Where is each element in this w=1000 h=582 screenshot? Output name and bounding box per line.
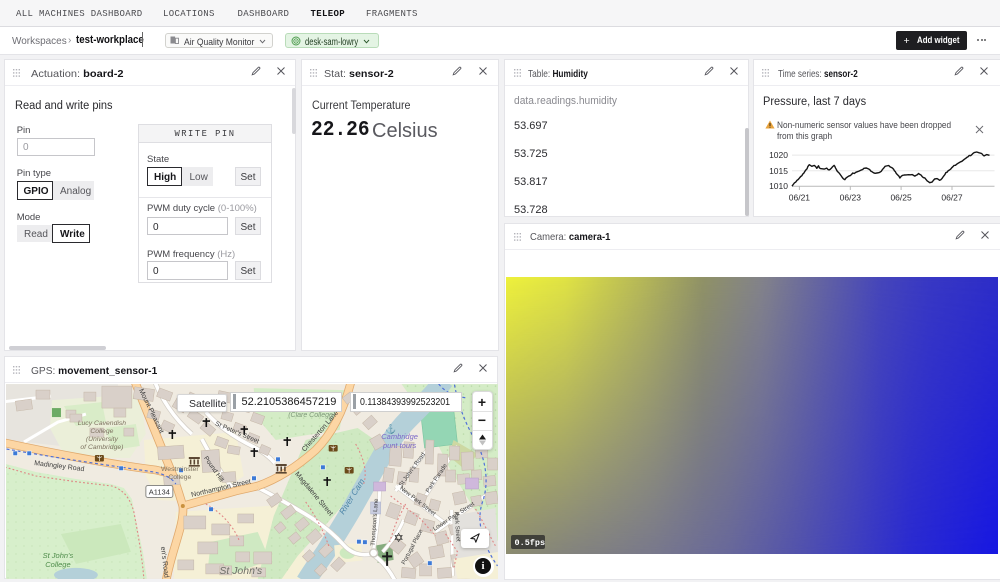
svg-text:06/25: 06/25: [890, 193, 912, 203]
svg-text:(Clare College): (Clare College): [288, 412, 335, 419]
svg-text:College: College: [90, 428, 113, 435]
svg-text:06/23: 06/23: [839, 193, 861, 203]
svg-text:06/21: 06/21: [788, 193, 810, 203]
svg-text:College: College: [45, 559, 70, 568]
svg-text:Westminster: Westminster: [161, 466, 199, 473]
svg-text:St John's: St John's: [42, 550, 73, 559]
svg-text:Lucy Cavendish: Lucy Cavendish: [77, 420, 125, 427]
svg-text:College: College: [168, 474, 191, 481]
svg-text:Cambridge: Cambridge: [381, 432, 418, 441]
svg-text:1010: 1010: [769, 181, 788, 191]
svg-text:06/27: 06/27: [941, 193, 963, 203]
svg-text:(University: (University: [85, 436, 118, 443]
svg-text:St John's: St John's: [219, 565, 262, 576]
svg-text:of Cambridge): of Cambridge): [80, 444, 123, 451]
svg-text:1020: 1020: [769, 150, 788, 160]
svg-text:punt tours: punt tours: [381, 441, 416, 450]
svg-text:✡: ✡: [393, 530, 403, 544]
svg-text:1015: 1015: [769, 166, 788, 176]
svg-text:A1134: A1134: [148, 487, 169, 496]
